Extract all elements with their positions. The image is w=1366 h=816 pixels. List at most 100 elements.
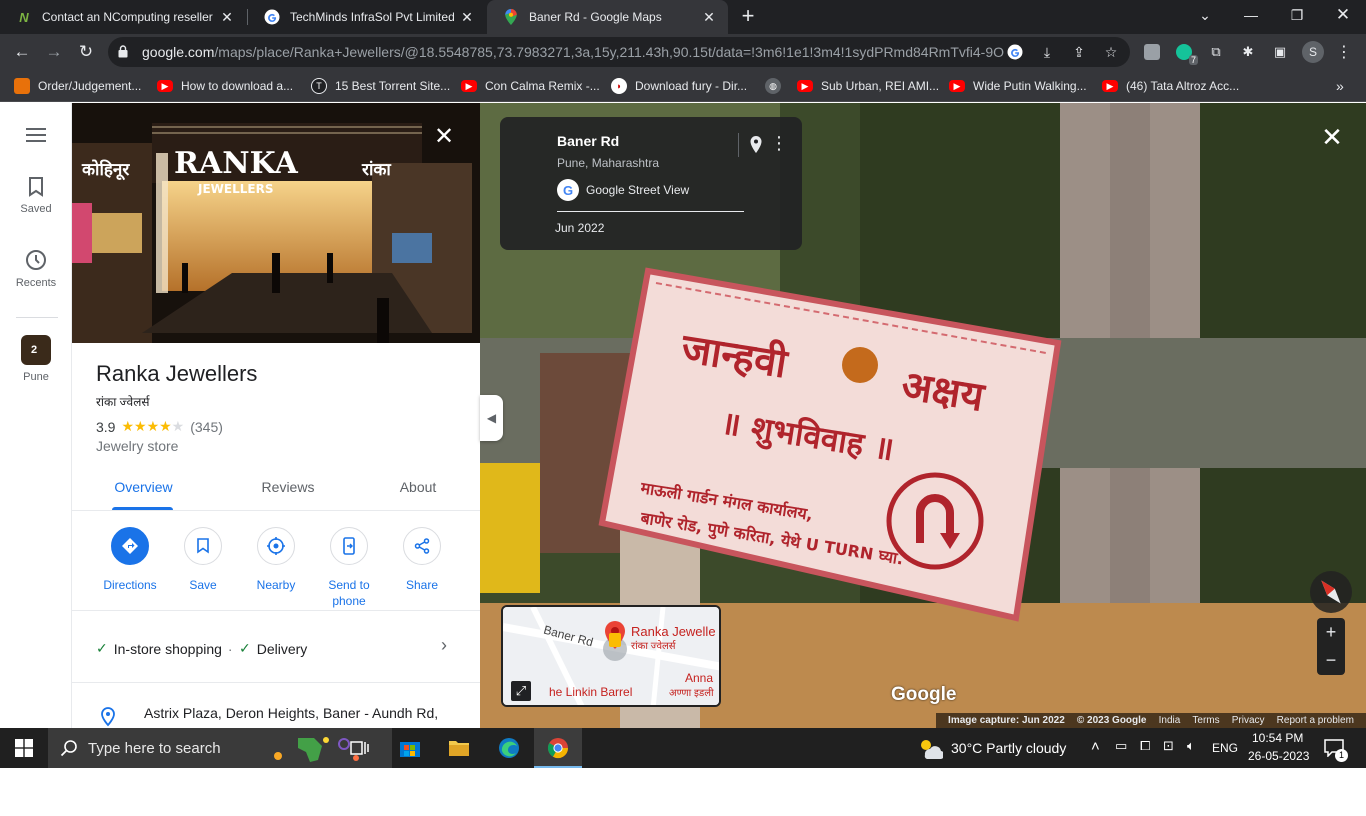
task-view-icon[interactable] (346, 734, 374, 762)
edge-browser-icon[interactable] (495, 734, 523, 762)
zoom-out-button[interactable]: − (1317, 646, 1345, 674)
more-bookmarks-icon[interactable]: » (1336, 76, 1344, 96)
bookmark-icon (184, 527, 222, 565)
restore-button[interactable]: ❐ (1274, 0, 1320, 30)
profile-avatar[interactable]: S (1302, 41, 1324, 63)
forward-arrow-icon[interactable]: → (42, 40, 66, 64)
capture-date-selector[interactable]: Jun 2022 (555, 221, 604, 235)
show-hidden-icons-chevron-icon[interactable]: ˄ (1091, 738, 1100, 755)
menu-button[interactable] (0, 127, 72, 149)
file-explorer-icon[interactable] (445, 734, 473, 762)
save-button[interactable]: Save (165, 527, 241, 593)
weather-text[interactable]: 30°C Partly cloudy (951, 740, 1066, 756)
back-arrow-icon[interactable]: ← (10, 40, 34, 64)
google-lens-icon[interactable] (1006, 43, 1024, 61)
minimize-button[interactable]: — (1228, 0, 1274, 30)
bookmark-item[interactable]: ▶ (46) Tata Altroz Acc... (1102, 76, 1239, 96)
place-category[interactable]: Jewelry store (96, 438, 178, 454)
collapse-panel-button[interactable]: ◀ (480, 395, 503, 441)
street-view[interactable]: जान्हवी अक्षय ॥ शुभविवाह ॥ माऊली गार्डन … (480, 103, 1366, 728)
browser-menu-icon[interactable]: ⋮ (1334, 42, 1354, 62)
new-tab-button[interactable]: + (738, 4, 758, 28)
taskbar-search-input[interactable]: Type here to search (48, 728, 392, 768)
bookmark-item[interactable]: ▶ How to download a... (157, 76, 293, 96)
network-icon[interactable]: ⊡ (1163, 738, 1174, 754)
browser-tab[interactable]: TechMinds InfraSol Pvt Limited - ✕ (248, 0, 486, 34)
bookmark-star-icon[interactable]: ☆ (1102, 43, 1120, 61)
notification-count-badge: 1 (1335, 749, 1348, 762)
directions-icon (111, 527, 149, 565)
bookmark-item[interactable]: ▶ Con Calma Remix -... (461, 76, 600, 96)
nearby-label: Nearby (256, 578, 296, 592)
zoom-in-button[interactable]: + (1317, 618, 1345, 646)
extension-puzzle-image-icon[interactable] (1142, 42, 1162, 62)
install-icon[interactable]: ⤓ (1038, 43, 1056, 61)
close-street-view-icon[interactable]: ✕ (1318, 123, 1346, 151)
recent-place-pune[interactable]: 2 Pune (0, 335, 72, 383)
place-photo[interactable]: कोहिनूर RANKA JEWELLERS रांका ✕ (72, 103, 480, 343)
tab-search-icon[interactable]: ⌄ (1182, 0, 1228, 30)
directions-button[interactable]: Directions (92, 527, 168, 593)
nearby-button[interactable]: Nearby (238, 527, 314, 593)
close-panel-icon[interactable]: ✕ (432, 125, 456, 149)
place-address[interactable]: Astrix Plaza, Deron Heights, Baner - Aun… (144, 705, 438, 721)
input-language-indicator[interactable]: ENG (1212, 741, 1238, 755)
tab-title: TechMinds InfraSol Pvt Limited - (290, 10, 458, 24)
send-to-phone-button[interactable]: Send to phone (311, 527, 387, 609)
close-tab-icon[interactable]: ✕ (700, 9, 718, 26)
rating-row[interactable]: 3.9 ★★★★★ (345) (96, 418, 223, 435)
address-bar[interactable]: google.com/maps/place/Ranka+Jewellers/@1… (108, 37, 1130, 67)
compass-icon[interactable] (1310, 571, 1352, 613)
meet-now-icon[interactable]: ⧠ (1140, 738, 1150, 754)
browser-tab[interactable]: N Contact an NComputing reseller ✕ (0, 0, 246, 34)
weather-partly-cloudy-icon[interactable] (916, 734, 944, 762)
share-page-icon[interactable]: ⇪ (1070, 43, 1088, 61)
bookmark-item[interactable]: Order/Judgement... (14, 76, 141, 96)
tab-overview[interactable]: Overview (112, 479, 175, 495)
close-tab-icon[interactable]: ✕ (458, 9, 476, 26)
bookmark-item[interactable]: ▶ Wide Putin Walking... (949, 76, 1087, 96)
volume-icon[interactable]: 🔈︎ (1187, 738, 1195, 754)
bookmark-item[interactable]: T 15 Best Torrent Site... (311, 76, 450, 96)
service-options[interactable]: ✓ In-store shopping · ✓ Delivery › (72, 611, 480, 683)
close-tab-icon[interactable]: ✕ (218, 9, 236, 26)
expand-map-icon[interactable]: ⤢ (511, 681, 531, 701)
street-view-title: Baner Rd (557, 133, 620, 149)
grammarly-extension-icon[interactable]: 7 (1174, 42, 1198, 65)
terms-link[interactable]: Terms (1192, 715, 1219, 726)
tab-about[interactable]: About (395, 479, 441, 495)
url-text[interactable]: google.com/maps/place/Ranka+Jewellers/@1… (142, 44, 1004, 60)
bookmark-item[interactable]: ▶ Sub Urban, REI AMI... (797, 76, 939, 96)
feature-in-store-shopping: ✓ In-store shopping · (96, 640, 239, 657)
clock-time[interactable]: 10:54 PM (1252, 731, 1303, 745)
notification-center-icon[interactable]: 1 (1320, 734, 1348, 762)
bookmark-item[interactable]: ◗ Download fury - Dir... (611, 76, 747, 96)
tab-reviews[interactable]: Reviews (258, 479, 318, 495)
browser-tab-active[interactable]: Baner Rd - Google Maps ✕ (487, 0, 728, 34)
screenshot-extension-icon[interactable]: ⧉ (1206, 42, 1226, 62)
location-pin-icon[interactable] (748, 135, 764, 155)
close-window-button[interactable]: ✕ (1320, 0, 1366, 30)
more-options-icon[interactable]: ⋮ (770, 131, 788, 155)
extensions-puzzle-icon[interactable]: ✱ (1238, 42, 1258, 62)
privacy-link[interactable]: Privacy (1232, 715, 1265, 726)
windows-start-icon[interactable] (10, 734, 38, 762)
share-button[interactable]: Share (384, 527, 460, 593)
clock-date[interactable]: 26-05-2023 (1248, 749, 1309, 763)
side-panel-icon[interactable]: ▣ (1270, 42, 1290, 62)
street-view-subtitle: Pune, Maharashtra (557, 156, 660, 170)
recents-button[interactable]: Recents (0, 249, 72, 289)
mini-map[interactable]: Baner Rd Ranka Jewelle रांका ज्वेलर्स he… (501, 605, 721, 707)
reload-icon[interactable]: ↻ (74, 40, 98, 64)
saved-button[interactable]: Saved (0, 177, 72, 215)
chevron-right-icon[interactable]: › (436, 635, 452, 659)
battery-icon[interactable]: ▭ (1115, 738, 1127, 754)
bookmark-item[interactable]: ◍ (765, 76, 789, 96)
torrent-site-icon: T (311, 78, 327, 94)
review-count[interactable]: (345) (190, 419, 223, 435)
chrome-taskbar-button[interactable] (534, 728, 582, 768)
microsoft-store-icon[interactable] (396, 734, 424, 762)
report-problem-link[interactable]: Report a problem (1277, 715, 1354, 726)
region-link[interactable]: India (1159, 715, 1181, 726)
lock-icon[interactable] (118, 45, 128, 58)
